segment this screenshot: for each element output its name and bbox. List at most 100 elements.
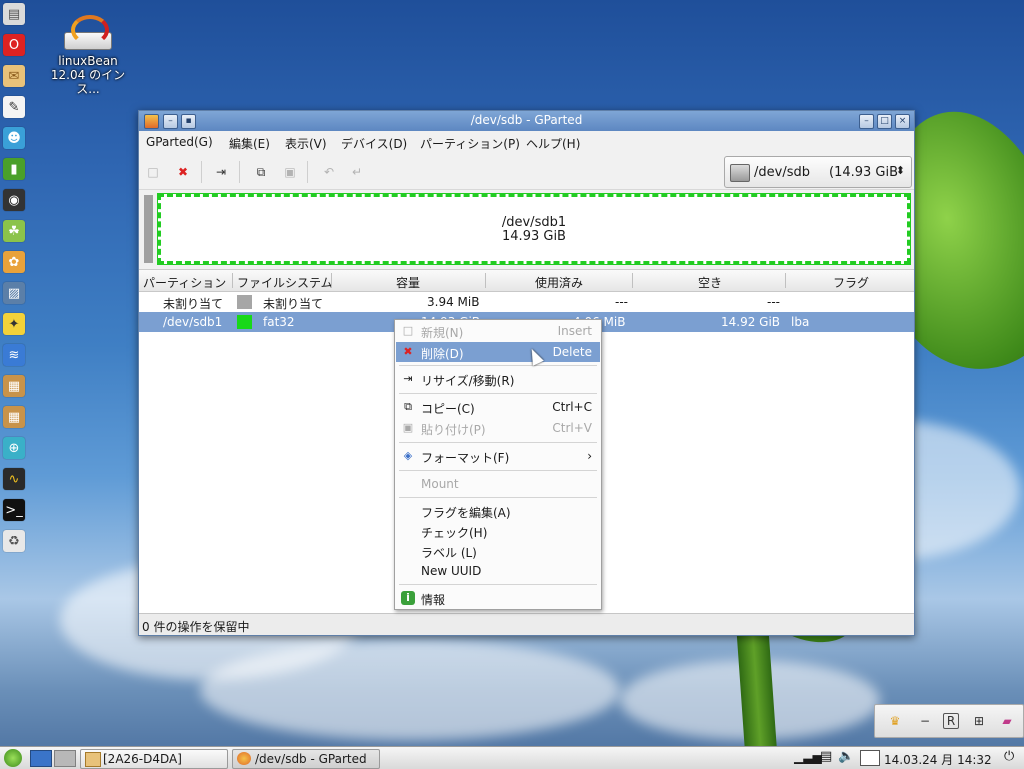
title-bar[interactable]: – ▪ /dev/sdb - GParted – □ × xyxy=(139,111,914,131)
menu-separator xyxy=(399,365,597,366)
column-flags[interactable]: フラグ xyxy=(833,274,869,291)
package-install-icon[interactable]: ▦ xyxy=(3,406,25,428)
menu-edit[interactable]: 編集(E) xyxy=(229,135,270,152)
maximize-icon[interactable]: □ xyxy=(877,114,892,129)
task-file-manager[interactable]: [2A26-D4DA] xyxy=(80,749,228,769)
menu-item-new-uuid[interactable]: New UUID xyxy=(396,561,600,581)
hard-disk-icon xyxy=(730,164,750,182)
menu-item-information[interactable]: i 情報 xyxy=(396,588,600,608)
minus-icon[interactable]: − xyxy=(917,713,933,729)
cell-used: --- xyxy=(615,295,628,309)
trash-icon[interactable]: ♻ xyxy=(3,530,25,552)
menu-item-copy[interactable]: ⧉ コピー(C) Ctrl+C xyxy=(396,397,600,417)
menu-view[interactable]: 表示(V) xyxy=(285,135,327,152)
media-player-icon[interactable]: ◉ xyxy=(3,189,25,211)
info-icon: i xyxy=(401,591,415,605)
bug-icon[interactable]: ☘ xyxy=(3,220,25,242)
desktop-2-icon[interactable] xyxy=(54,750,76,767)
paste-icon[interactable]: ▣ xyxy=(282,164,298,180)
network-icon[interactable]: ⊕ xyxy=(3,437,25,459)
copy-icon[interactable]: ⧉ xyxy=(253,164,269,180)
text-editor-icon[interactable]: ✎ xyxy=(3,96,25,118)
close-icon[interactable]: × xyxy=(895,114,910,129)
column-unused[interactable]: 空き xyxy=(698,274,722,291)
cell-unused: --- xyxy=(767,295,780,309)
new-partition-icon[interactable]: □ xyxy=(145,164,161,180)
partition-block-sdb1[interactable]: /dev/sdb1 14.93 GiB xyxy=(157,193,911,265)
menu-item-label[interactable]: ラベル (L) xyxy=(396,541,600,561)
opera-icon[interactable]: O xyxy=(3,34,25,56)
bird-icon[interactable]: ✦ xyxy=(3,313,25,335)
menu-bar: GParted(G) 編集(E) 表示(V) デバイス(D) パーティション(P… xyxy=(139,132,914,154)
notes-icon[interactable]: ▮ xyxy=(3,158,25,180)
menu-gparted[interactable]: GParted(G) xyxy=(146,135,213,149)
delete-icon: ✖ xyxy=(403,345,413,358)
status-bar: 0 件の操作を保留中 xyxy=(139,613,914,635)
resize-move-icon[interactable]: ⇥ xyxy=(213,164,229,180)
menu-item-paste[interactable]: ▣ 貼り付け(P) Ctrl+V xyxy=(396,418,600,438)
volume-icon[interactable]: 🔈 xyxy=(838,749,854,764)
menu-item-delete[interactable]: ✖ 削除(D) Delete xyxy=(396,342,600,362)
clock[interactable]: 14.03.24 月 14:32 xyxy=(884,751,992,768)
r-icon[interactable]: R xyxy=(943,713,959,729)
clipboard-icon[interactable]: ▤ xyxy=(820,749,832,764)
paint-icon[interactable]: ✿ xyxy=(3,251,25,273)
terminal-icon[interactable]: >_ xyxy=(3,499,25,521)
menu-partition[interactable]: パーティション(P) xyxy=(420,135,520,152)
crown-icon[interactable]: ♛ xyxy=(887,713,903,729)
menu-item-new[interactable]: □ 新規(N) Insert xyxy=(396,321,600,341)
paste-icon: ▣ xyxy=(402,421,414,434)
system-monitor-icon[interactable]: ∿ xyxy=(3,468,25,490)
cell-partition: 未割り当て xyxy=(163,297,224,311)
toolbar-separator xyxy=(239,161,240,183)
menu-item-label: ラベル (L) xyxy=(421,546,477,560)
device-size: (14.93 GiB xyxy=(829,165,899,180)
minimize-icon[interactable]: – xyxy=(859,114,874,129)
column-separator xyxy=(232,273,233,288)
menu-item-accel: Ctrl+V xyxy=(552,421,592,435)
chevron-updown-icon: ⬍ xyxy=(895,164,905,177)
messenger-icon[interactable]: ☻ xyxy=(3,127,25,149)
menu-device[interactable]: デバイス(D) xyxy=(341,135,407,152)
package-icon[interactable]: ▦ xyxy=(3,375,25,397)
column-partition[interactable]: パーティション xyxy=(143,274,226,291)
menu-item-label: New UUID xyxy=(421,564,482,578)
format-icon: ◈ xyxy=(403,449,413,462)
column-used[interactable]: 使用済み xyxy=(535,274,583,291)
desktop-icon-installer[interactable]: linuxBean 12.04 のインス... xyxy=(40,10,136,96)
apply-icon[interactable]: ↵ xyxy=(349,164,365,180)
app-dock: ▤ O ✉ ✎ ☻ ▮ ◉ ☘ ✿ ▨ ✦ ≋ ▦ ▦ ⊕ ∿ >_ ♻ xyxy=(0,0,28,552)
task-gparted[interactable]: /dev/sdb - GParted xyxy=(232,749,380,769)
signal-icon[interactable]: ▁▃▅ xyxy=(794,750,822,764)
menu-item-format[interactable]: ◈ フォーマット(F) › xyxy=(396,446,600,466)
toolbar-separator xyxy=(201,161,202,183)
menu-item-mount[interactable]: Mount xyxy=(396,474,600,494)
image-viewer-icon[interactable]: ▨ xyxy=(3,282,25,304)
partition-map: /dev/sdb1 14.93 GiB xyxy=(139,190,914,268)
menu-item-check[interactable]: チェック(H) xyxy=(396,521,600,541)
start-menu-icon[interactable] xyxy=(4,749,22,767)
undo-icon[interactable]: ↶ xyxy=(321,164,337,180)
unallocated-block[interactable] xyxy=(144,195,153,263)
column-separator xyxy=(485,273,486,288)
desktop-icon-label: linuxBean xyxy=(58,54,118,68)
desktop-1-icon[interactable] xyxy=(30,750,52,767)
column-size[interactable]: 容量 xyxy=(396,274,420,291)
input-method-panel: ♛ − R ⊞ ▰ xyxy=(874,704,1024,738)
file-cabinet-icon[interactable]: ▤ xyxy=(3,3,25,25)
column-filesystem[interactable]: ファイルシステム xyxy=(237,274,333,291)
table-row[interactable]: 未割り当て 未割り当て 3.94 MiB --- --- xyxy=(139,292,914,312)
menu-item-resize[interactable]: ⇥ リサイズ/移動(R) xyxy=(396,369,600,389)
menu-help[interactable]: ヘルプ(H) xyxy=(526,135,580,152)
device-selector[interactable]: /dev/sdb (14.93 GiB ⬍ xyxy=(724,156,912,188)
keyboard-icon[interactable]: ⊞ xyxy=(971,713,987,729)
delete-partition-icon[interactable]: ✖ xyxy=(175,164,191,180)
menu-separator xyxy=(399,470,597,471)
column-separator xyxy=(785,273,786,288)
mail-icon[interactable]: ✉ xyxy=(3,65,25,87)
wireless-icon[interactable]: ≋ xyxy=(3,344,25,366)
power-icon[interactable]: ⏻ xyxy=(1004,749,1014,764)
calendar-icon[interactable] xyxy=(860,750,880,766)
eraser-icon[interactable]: ▰ xyxy=(999,713,1015,729)
menu-item-edit-flags[interactable]: フラグを編集(A) xyxy=(396,501,600,521)
